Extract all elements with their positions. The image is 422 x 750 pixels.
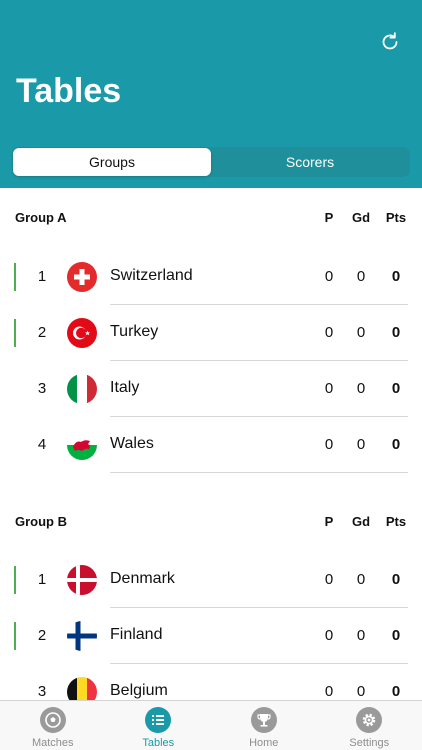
played-value: 0 xyxy=(324,571,334,588)
team-name: Belgium xyxy=(110,682,168,699)
column-goal-difference: Gd xyxy=(351,210,371,225)
goal-difference-value: 0 xyxy=(356,571,366,588)
table-row[interactable]: 3 Italy 0 0 0 xyxy=(0,361,422,417)
team-name: Denmark xyxy=(110,570,175,587)
tab-label: Settings xyxy=(349,737,390,749)
group-header: Group B P Gd Pts xyxy=(0,510,422,534)
column-played: P xyxy=(324,210,334,225)
denmark-flag-icon xyxy=(67,565,97,595)
tab-bar: Matches Tables Home Settings xyxy=(0,700,422,750)
qualification-marker xyxy=(14,319,16,347)
goal-difference-value: 0 xyxy=(356,268,366,285)
team-name: Finland xyxy=(110,626,163,643)
page-title: Tables xyxy=(16,72,122,110)
turkey-flag-icon xyxy=(67,318,97,348)
qualification-marker xyxy=(14,566,16,594)
segment-groups[interactable]: Groups xyxy=(13,148,211,176)
wales-flag-icon xyxy=(67,430,97,460)
row-position: 2 xyxy=(37,324,47,341)
list-icon xyxy=(145,707,172,733)
team-name: Switzerland xyxy=(110,267,193,284)
tab-home[interactable]: Home xyxy=(211,701,317,750)
row-position: 2 xyxy=(37,627,47,644)
points-value: 0 xyxy=(391,683,401,700)
column-points: Pts xyxy=(385,210,407,225)
qualification-marker xyxy=(14,263,16,291)
points-value: 0 xyxy=(391,380,401,397)
tables-list[interactable]: Group A P Gd Pts 1 Switzerland 0 0 0 2 T… xyxy=(0,188,422,700)
row-position: 1 xyxy=(37,571,47,588)
points-value: 0 xyxy=(391,436,401,453)
table-row[interactable]: 2 Turkey 0 0 0 xyxy=(0,305,422,361)
finland-flag-icon xyxy=(67,621,97,651)
group-header: Group A P Gd Pts xyxy=(0,206,422,230)
played-value: 0 xyxy=(324,683,334,700)
points-value: 0 xyxy=(391,627,401,644)
segment-scorers[interactable]: Scorers xyxy=(211,148,409,176)
goal-difference-value: 0 xyxy=(356,324,366,341)
goal-difference-value: 0 xyxy=(356,627,366,644)
played-value: 0 xyxy=(324,436,334,453)
played-value: 0 xyxy=(324,627,334,644)
tab-label: Tables xyxy=(142,737,175,749)
goal-difference-value: 0 xyxy=(356,380,366,397)
header-bar: Tables Groups Scorers xyxy=(0,0,422,188)
column-points: Pts xyxy=(385,514,407,529)
qualification-marker xyxy=(14,622,16,650)
played-value: 0 xyxy=(324,268,334,285)
refresh-icon[interactable] xyxy=(378,30,402,54)
table-row[interactable]: 4 Wales 0 0 0 xyxy=(0,417,422,473)
soccer-ball-icon xyxy=(39,707,66,733)
played-value: 0 xyxy=(324,324,334,341)
goal-difference-value: 0 xyxy=(356,436,366,453)
played-value: 0 xyxy=(324,380,334,397)
tab-settings[interactable]: Settings xyxy=(317,701,422,750)
team-name: Wales xyxy=(110,435,154,452)
group-name: Group B xyxy=(15,514,67,529)
group-name: Group A xyxy=(15,210,67,225)
switzerland-flag-icon xyxy=(67,262,97,292)
row-position: 1 xyxy=(37,268,47,285)
row-position: 4 xyxy=(37,436,47,453)
tab-label: Matches xyxy=(31,737,74,749)
row-position: 3 xyxy=(37,683,47,700)
column-goal-difference: Gd xyxy=(351,514,371,529)
segmented-control: Groups Scorers xyxy=(12,147,410,177)
tab-tables[interactable]: Tables xyxy=(106,701,212,750)
points-value: 0 xyxy=(391,268,401,285)
table-row[interactable]: 3 Belgium 0 0 0 xyxy=(0,664,422,700)
belgium-flag-icon xyxy=(67,677,97,700)
goal-difference-value: 0 xyxy=(356,683,366,700)
points-value: 0 xyxy=(391,571,401,588)
tab-label: Home xyxy=(249,737,279,749)
tab-matches[interactable]: Matches xyxy=(0,701,106,750)
points-value: 0 xyxy=(391,324,401,341)
column-played: P xyxy=(324,514,334,529)
table-row[interactable]: 2 Finland 0 0 0 xyxy=(0,608,422,664)
team-name: Turkey xyxy=(110,323,159,340)
italy-flag-icon xyxy=(67,374,97,404)
trophy-icon xyxy=(250,707,277,733)
gear-icon xyxy=(356,707,383,733)
team-name: Italy xyxy=(110,379,140,396)
row-position: 3 xyxy=(37,380,47,397)
row-divider xyxy=(110,472,408,473)
table-row[interactable]: 1 Denmark 0 0 0 xyxy=(0,552,422,608)
table-row[interactable]: 1 Switzerland 0 0 0 xyxy=(0,249,422,305)
